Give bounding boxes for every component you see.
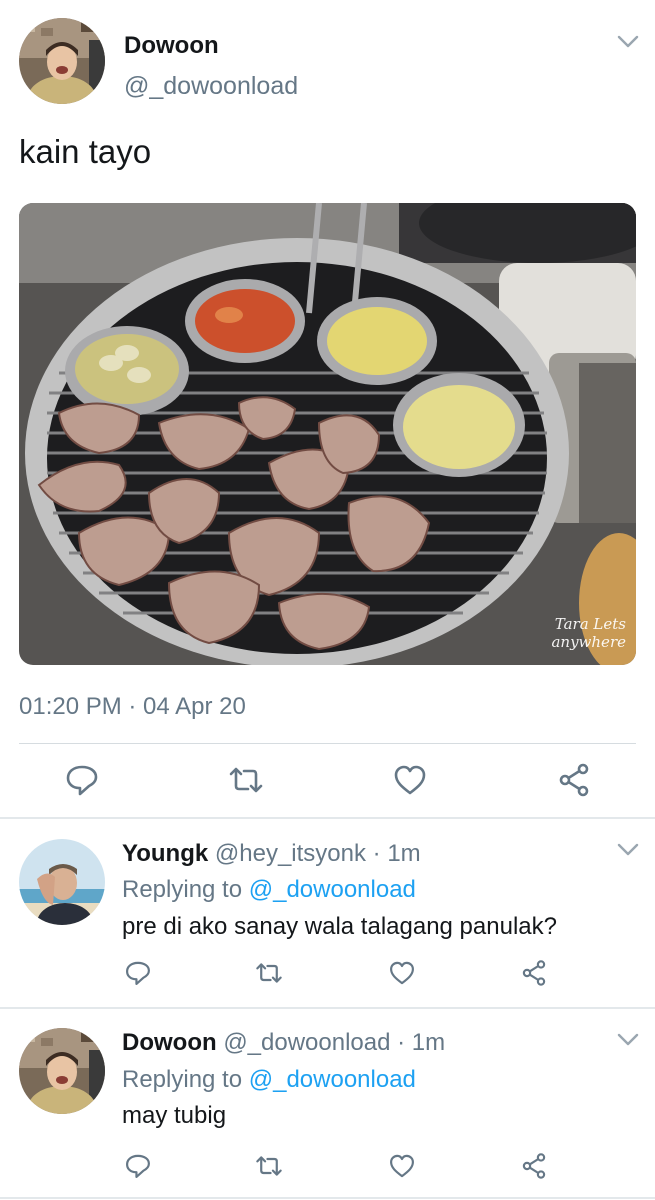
main-tweet: Dowoon @_dowoonload kain tayo Tara Lets … bbox=[0, 0, 655, 818]
chevron-down-icon[interactable] bbox=[617, 35, 639, 49]
reply-text: pre di ako sanay wala talagang panulak? bbox=[122, 913, 557, 940]
watermark-line-2: anywhere bbox=[551, 633, 626, 651]
avatar[interactable] bbox=[19, 1028, 105, 1114]
chevron-down-icon[interactable] bbox=[617, 843, 639, 857]
like-icon[interactable] bbox=[388, 1152, 416, 1180]
avatar[interactable] bbox=[19, 839, 105, 925]
reply-text: may tubig bbox=[122, 1102, 227, 1129]
time-separator: · bbox=[366, 840, 388, 867]
tweet-photo[interactable]: Tara Lets anywhere bbox=[19, 203, 636, 665]
retweet-icon[interactable] bbox=[255, 1152, 283, 1180]
reply-time[interactable]: 1m bbox=[412, 1029, 445, 1056]
author-handle[interactable]: @hey_itsyonk bbox=[215, 840, 366, 867]
divider bbox=[19, 743, 636, 744]
tweet-timestamp[interactable]: 01:20 PM · 04 Apr 20 bbox=[19, 693, 246, 721]
reply-tweet[interactable]: Youngk @hey_itsyonk · 1m Replying to @_d… bbox=[0, 819, 655, 1007]
reply-actions bbox=[0, 959, 655, 999]
replying-to: Replying to @_dowoonload bbox=[122, 1066, 416, 1094]
like-icon[interactable] bbox=[388, 959, 416, 987]
retweet-icon[interactable] bbox=[228, 762, 264, 798]
share-icon[interactable] bbox=[520, 959, 548, 987]
share-icon[interactable] bbox=[556, 762, 592, 798]
reply-icon[interactable] bbox=[64, 762, 100, 798]
share-icon[interactable] bbox=[520, 1152, 548, 1180]
replying-prefix: Replying to bbox=[122, 1066, 249, 1093]
reply-actions bbox=[0, 1152, 655, 1192]
author-handle[interactable]: @_dowoonload bbox=[223, 1029, 390, 1056]
author-name[interactable]: Youngk bbox=[122, 840, 208, 867]
time-separator: · bbox=[390, 1029, 412, 1056]
photo-watermark: Tara Lets anywhere bbox=[551, 615, 626, 651]
reply-time[interactable]: 1m bbox=[387, 840, 420, 867]
tweet-actions bbox=[0, 762, 655, 802]
reply-header: Youngk @hey_itsyonk · 1m bbox=[122, 840, 421, 868]
separator bbox=[0, 1197, 655, 1199]
author-handle[interactable]: @_dowoonload bbox=[124, 72, 298, 101]
replying-prefix: Replying to bbox=[122, 876, 249, 903]
reply-header: Dowoon @_dowoonload · 1m bbox=[122, 1029, 445, 1057]
reply-icon[interactable] bbox=[124, 959, 152, 987]
reply-icon[interactable] bbox=[124, 1152, 152, 1180]
avatar[interactable] bbox=[19, 18, 105, 104]
like-icon[interactable] bbox=[392, 762, 428, 798]
replying-handle-link[interactable]: @_dowoonload bbox=[249, 1066, 416, 1093]
replying-to: Replying to @_dowoonload bbox=[122, 876, 416, 904]
tweet-text: kain tayo bbox=[19, 133, 152, 170]
chevron-down-icon[interactable] bbox=[617, 1033, 639, 1047]
retweet-icon[interactable] bbox=[255, 959, 283, 987]
replying-handle-link[interactable]: @_dowoonload bbox=[249, 876, 416, 903]
author-name[interactable]: Dowoon bbox=[122, 1029, 217, 1056]
watermark-line-1: Tara Lets bbox=[554, 615, 626, 633]
author-name[interactable]: Dowoon bbox=[124, 32, 219, 60]
reply-tweet[interactable]: Dowoon @_dowoonload · 1m Replying to @_d… bbox=[0, 1009, 655, 1199]
